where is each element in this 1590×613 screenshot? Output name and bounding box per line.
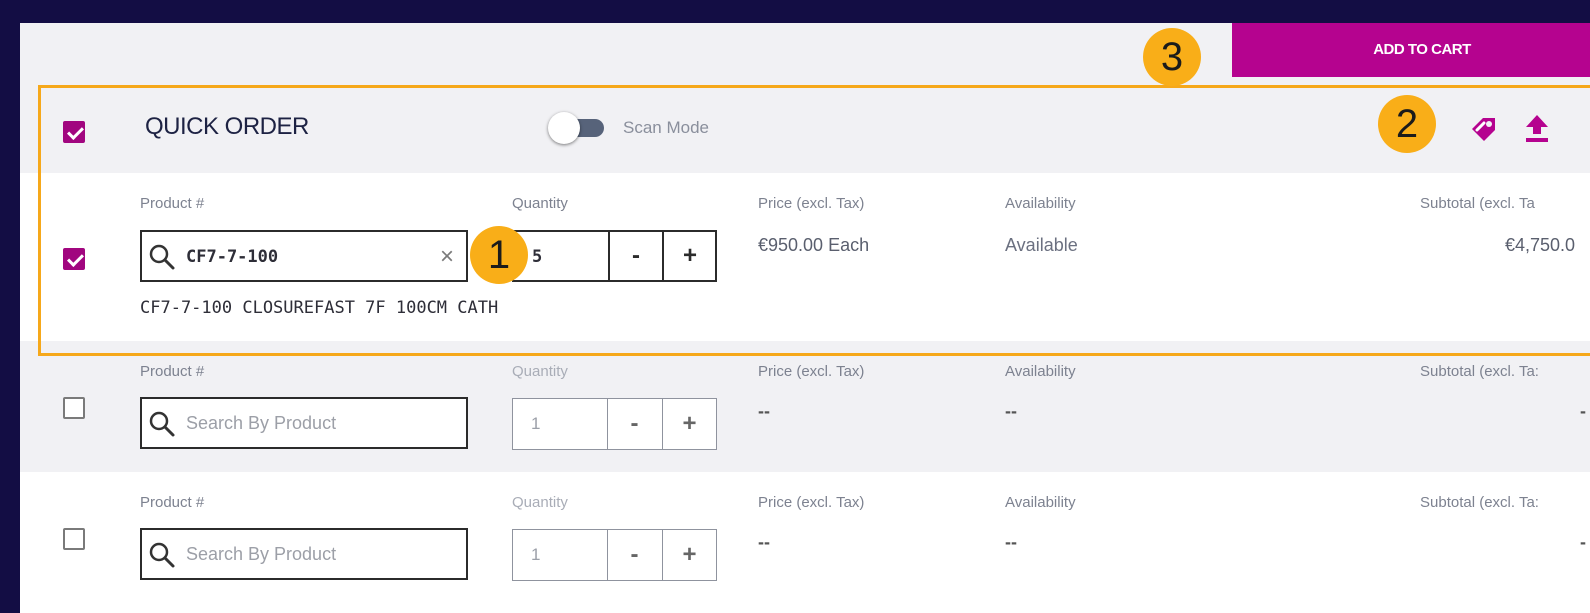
decrement-button[interactable]: -: [608, 232, 662, 280]
toggle-knob: [548, 112, 580, 144]
search-placeholder: Search By Product: [186, 413, 337, 433]
decrement-button[interactable]: -: [607, 399, 661, 449]
select-all-checkbox[interactable]: [63, 121, 85, 143]
subtotal-label: Subtotal (excl. Ta:: [1420, 363, 1539, 380]
quick-order-title: QUICK ORDER: [145, 113, 309, 140]
add-to-cart-button[interactable]: ADD TO CART: [1232, 23, 1590, 77]
quantity-stepper[interactable]: 1 - +: [512, 529, 717, 581]
increment-button[interactable]: +: [662, 530, 716, 580]
quantity-label: Quantity: [512, 363, 568, 380]
subtotal-value: -: [1580, 532, 1586, 552]
increment-button[interactable]: +: [662, 232, 716, 280]
step-badge-2: 2: [1378, 95, 1436, 153]
upload-icon[interactable]: [1523, 112, 1551, 144]
search-icon: [149, 542, 175, 568]
search-icon: [149, 244, 175, 270]
quantity-stepper[interactable]: 1 - +: [512, 398, 717, 450]
row-checkbox[interactable]: [63, 528, 85, 550]
product-label: Product #: [140, 363, 205, 380]
price-label: Price (excl. Tax): [758, 363, 865, 380]
quantity-value[interactable]: 1: [531, 414, 540, 434]
scan-mode-label: Scan Mode: [623, 118, 709, 137]
availability-label: Availability: [1005, 494, 1076, 511]
order-row: Product # Quantity Price (excl. Tax) Ava…: [20, 472, 1590, 613]
price-value: €950.00 Each: [758, 235, 870, 255]
product-search-input[interactable]: CF7-7-100 ×: [140, 230, 468, 282]
product-description: CF7-7-100 CLOSUREFAST 7F 100CM CATH: [140, 298, 499, 318]
quick-order-panel: ADD TO CART QUICK ORDER Scan Mode Produc…: [20, 23, 1590, 613]
step-badge-3: 3: [1143, 28, 1201, 86]
tag-icon[interactable]: [1468, 112, 1500, 144]
subtotal-label: Subtotal (excl. Ta: [1420, 195, 1535, 212]
subtotal-value: €4,750.0: [1505, 235, 1576, 255]
availability-label: Availability: [1005, 195, 1076, 212]
subtotal-value: -: [1580, 401, 1586, 421]
order-row: Product # Quantity Price (excl. Tax) Ava…: [20, 341, 1590, 472]
search-icon: [149, 411, 175, 437]
close-icon[interactable]: ×: [440, 243, 454, 271]
product-search-input[interactable]: Search By Product: [140, 528, 468, 580]
product-label: Product #: [140, 494, 205, 511]
decrement-button[interactable]: -: [607, 530, 661, 580]
step-badge-1: 1: [470, 226, 528, 284]
subtotal-label: Subtotal (excl. Ta:: [1420, 494, 1539, 511]
availability-value: --: [1005, 401, 1017, 421]
quantity-label: Quantity: [512, 195, 568, 212]
quantity-value[interactable]: 1: [531, 545, 540, 565]
row-checkbox[interactable]: [63, 248, 85, 270]
quantity-stepper[interactable]: 5 - +: [512, 230, 717, 282]
quantity-value[interactable]: 5: [532, 247, 542, 267]
increment-button[interactable]: +: [662, 399, 716, 449]
row-checkbox[interactable]: [63, 397, 85, 419]
availability-value: --: [1005, 532, 1017, 552]
product-search-value: CF7-7-100: [186, 247, 279, 267]
availability-label: Availability: [1005, 363, 1076, 380]
price-label: Price (excl. Tax): [758, 494, 865, 511]
price-value: --: [758, 532, 770, 552]
scan-mode-toggle[interactable]: [548, 112, 608, 144]
price-value: --: [758, 401, 770, 421]
search-placeholder: Search By Product: [186, 544, 337, 564]
order-row: Product # Quantity Price (excl. Tax) Ava…: [20, 173, 1590, 341]
product-label: Product #: [140, 195, 205, 212]
availability-value: Available: [1005, 235, 1078, 255]
quantity-label: Quantity: [512, 494, 568, 511]
product-search-input[interactable]: Search By Product: [140, 397, 468, 449]
price-label: Price (excl. Tax): [758, 195, 865, 212]
